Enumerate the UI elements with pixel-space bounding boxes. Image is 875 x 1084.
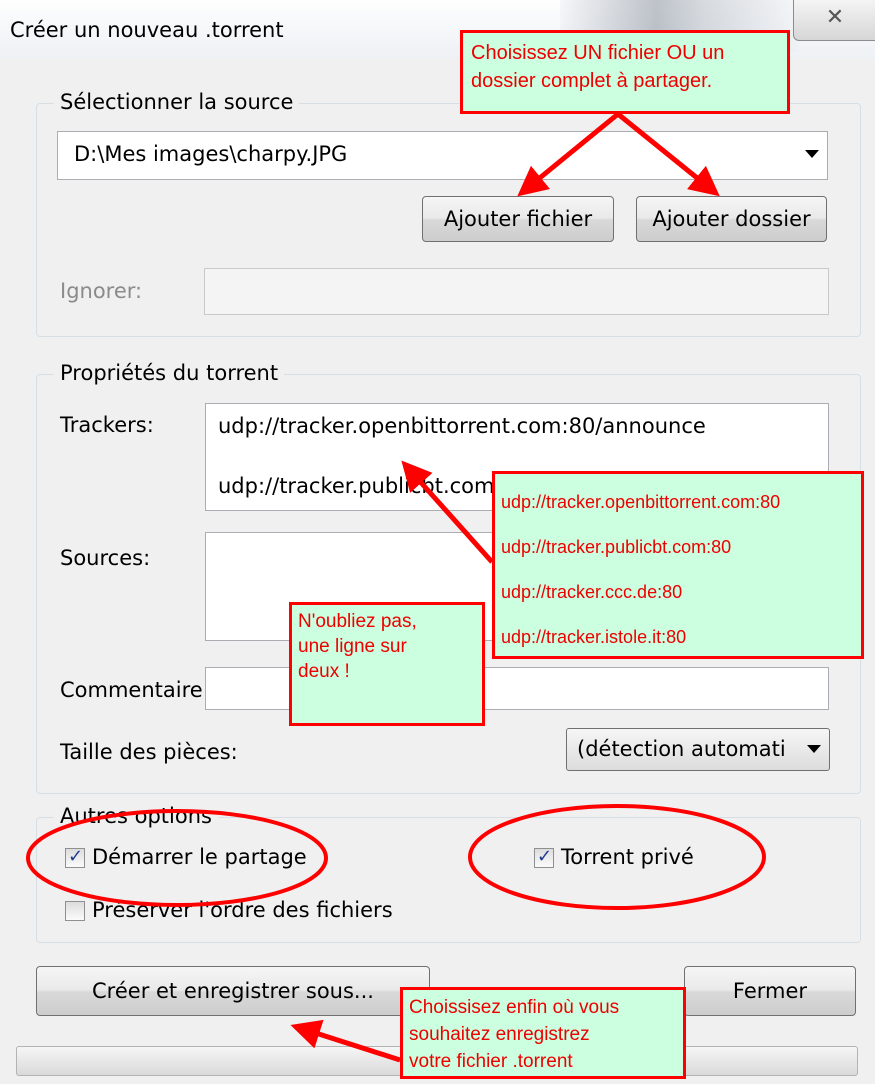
chevron-down-icon <box>805 150 819 158</box>
piece-size-value: (détection automati <box>577 737 786 761</box>
close-button[interactable]: Fermer <box>684 966 856 1016</box>
tracker-line-1: udp://tracker.openbittorrent.com:80/anno… <box>218 414 706 438</box>
source-path-value: D:\Mes images\charpy.JPG <box>74 142 348 166</box>
preserve-order-checkbox[interactable] <box>65 901 85 921</box>
source-group-legend: Sélectionner la source <box>54 90 300 114</box>
close-icon: ✕ <box>825 5 845 30</box>
properties-group-legend: Propriétés du torrent <box>54 361 285 385</box>
close-window-button[interactable]: ✕ <box>793 0 875 41</box>
checkmark-icon: ✓ <box>537 846 553 867</box>
create-torrent-dialog: Créer un nouveau .torrent ✕ Sélectionner… <box>0 0 875 1084</box>
note-save-file: Choissisez enfin où vous souhaitez enreg… <box>400 987 686 1079</box>
start-seeding-checkbox[interactable]: ✓ <box>65 846 85 868</box>
ignore-field <box>204 268 829 315</box>
options-group-legend: Autres options <box>54 804 218 828</box>
chevron-down-icon <box>807 745 821 753</box>
tracker-list-note: udp://tracker.openbittorrent.com:80 udp:… <box>492 471 864 659</box>
add-file-button[interactable]: Ajouter fichier <box>422 196 614 242</box>
create-save-button[interactable]: Créer et enregistrer sous... <box>36 966 430 1016</box>
ignore-label: Ignorer: <box>60 279 143 303</box>
sources-label: Sources: <box>60 546 151 570</box>
private-torrent-label[interactable]: Torrent privé <box>561 845 694 869</box>
checkmark-icon: ✓ <box>68 846 84 867</box>
add-folder-button[interactable]: Ajouter dossier <box>636 196 827 242</box>
window-title: Créer un nouveau .torrent <box>10 18 284 42</box>
start-seeding-label[interactable]: Démarrer le partage <box>92 845 307 869</box>
private-torrent-checkbox[interactable]: ✓ <box>534 846 554 868</box>
piece-size-select[interactable]: (détection automati <box>566 728 830 771</box>
source-path-combo[interactable]: D:\Mes images\charpy.JPG <box>57 131 828 180</box>
comment-label: Commentaire <box>60 678 203 702</box>
preserve-order-label[interactable]: Préserver l'ordre des fichiers <box>92 898 393 922</box>
piece-size-label: Taille des pièces: <box>60 740 238 764</box>
note-alternate-lines: N'oubliez pas, une ligne sur deux ! <box>289 602 485 726</box>
note-choose-source: Choisissez UN fichier OU un dossier comp… <box>460 30 790 114</box>
options-group <box>36 817 861 943</box>
trackers-label: Trackers: <box>60 413 154 437</box>
tracker-line-2: udp://tracker.publicbt.com <box>218 474 495 498</box>
